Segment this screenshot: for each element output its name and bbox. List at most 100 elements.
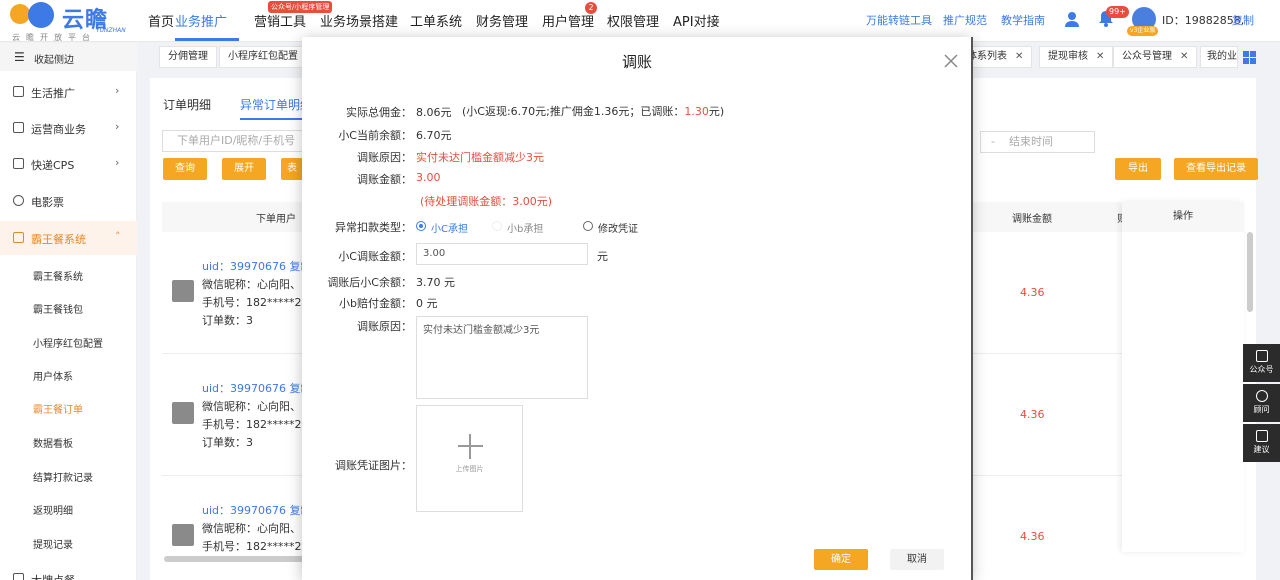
confirm-button[interactable]: 确定 <box>814 549 868 570</box>
radio-dot <box>583 221 593 231</box>
radio-label: 小b承担 <box>507 224 544 235</box>
link-universal-converter[interactable]: 万能转链工具 <box>866 12 932 28</box>
nav-api[interactable]: API对接 <box>673 11 720 30</box>
logo-dot-orange <box>10 4 30 24</box>
nav-home[interactable]: 首页 <box>148 11 174 30</box>
link-tutorial[interactable]: 教学指南 <box>1001 12 1045 28</box>
nav-marketing-tools[interactable]: 营销工具 <box>254 11 306 30</box>
nav-user-management[interactable]: 用户管理 <box>542 11 594 30</box>
commission-detail-c: 元) <box>708 105 725 118</box>
radio-label: 修改凭证 <box>598 224 638 235</box>
label-current-balance: 小C当前余额： <box>338 129 412 142</box>
query-button[interactable]: 查询 <box>163 158 207 180</box>
nav-permissions[interactable]: 权限管理 <box>607 11 659 30</box>
sidebar-sub-redpacket[interactable]: 小程序红包配置 <box>33 335 103 350</box>
sidebar-item-label: 运营商业务 <box>31 123 86 136</box>
truck-icon <box>13 158 24 169</box>
export-button[interactable]: 导出 <box>1115 158 1161 180</box>
header-amount: 调账金额 <box>1012 214 1052 225</box>
sidebar-sub-cashback[interactable]: 返现明细 <box>33 502 73 517</box>
sidebar-collapse-label: 收起侧边 <box>34 55 74 66</box>
row-uid[interactable]: uid：39970676 复制 <box>202 380 312 396</box>
upload-image[interactable]: 上传图片 <box>416 405 523 512</box>
sidebar-sub-dashboard[interactable]: 数据看板 <box>33 435 73 450</box>
tab-my-business[interactable]: 我的业 <box>1200 46 1238 68</box>
search-input[interactable]: 下单用户ID/昵称/手机号 <box>162 130 312 152</box>
close-icon[interactable]: ✕ <box>1096 51 1104 62</box>
headset-icon <box>1255 390 1268 402</box>
tab-redpacket[interactable]: 小程序红包配置 <box>219 46 307 68</box>
unit-yuan: 元 <box>597 250 608 263</box>
food-icon <box>13 232 24 243</box>
row-uid[interactable]: uid：39970676 复制 <box>202 258 312 274</box>
tab-commission[interactable]: 分佣管理 <box>159 46 217 68</box>
tab-label: 我的业 <box>1207 51 1237 62</box>
close-icon[interactable]: ✕ <box>1015 51 1023 62</box>
sidebar-sub-bawang-system[interactable]: 霸王餐系统 <box>33 268 83 283</box>
grid-icon[interactable] <box>1243 51 1256 64</box>
end-time-input[interactable]: - 结束时间 <box>980 131 1095 153</box>
sidebar-sub-wallet[interactable]: 霸王餐钱包 <box>33 301 83 316</box>
sidebar-item-express[interactable]: 快递CPS › <box>0 152 137 176</box>
label-adjust-amount: 调账金额： <box>357 173 412 186</box>
value-current-balance: 6.70元 <box>416 129 452 142</box>
account-level-tag: v3企业版 <box>1127 26 1159 36</box>
label-reason: 调账原因： <box>357 151 412 164</box>
sidebar-sub-withdraw[interactable]: 提现记录 <box>33 536 73 551</box>
export-log-button[interactable]: 查看导出记录 <box>1174 158 1258 180</box>
order-image <box>172 524 194 546</box>
nav-scene-build[interactable]: 业务场景搭建 <box>320 11 398 30</box>
sidebar-sub-orders[interactable]: 霸王餐订单 <box>33 401 83 416</box>
reason-textarea[interactable]: 实付未达门槛金额减少3元 <box>416 316 588 399</box>
nav-finance[interactable]: 财务管理 <box>476 11 528 30</box>
table-button[interactable]: 表 <box>281 158 303 180</box>
top-nav: 云瞻 YUNZHAN 云瞻开放平台 首页 业务推广 营销工具 公众号/小程序管理… <box>0 0 1280 42</box>
brand-subname: YUNZHAN <box>96 27 126 34</box>
link-promotion-rules[interactable]: 推广规范 <box>943 12 987 28</box>
float-suggestion[interactable]: 建议 <box>1243 424 1280 462</box>
sidebar-sub-settlement[interactable]: 结算打款记录 <box>33 469 93 484</box>
c-adjust-amount-input[interactable]: 3.00 <box>416 243 588 265</box>
sidebar-item-bawang[interactable]: 霸王餐系统 ˄ <box>0 221 137 255</box>
radio-dot <box>416 221 426 231</box>
end-time-placeholder: 结束时间 <box>1009 135 1053 148</box>
nav-badge: 2 <box>585 2 597 14</box>
adjust-modal: 调账 实际总佣金： 8.06元 (小C返现:6.70元;推广佣金1.36元；已调… <box>302 37 972 580</box>
subtab-order-details[interactable]: 订单明细 <box>163 96 211 113</box>
vertical-scrollbar[interactable] <box>1247 232 1253 312</box>
horizontal-scrollbar[interactable] <box>164 556 304 562</box>
edit-icon <box>1255 430 1268 442</box>
expand-button[interactable]: 展开 <box>222 158 266 180</box>
nav-business-promotion[interactable]: 业务推广 <box>175 11 227 30</box>
chevron-right-icon: › <box>115 156 120 169</box>
adjusted-amount: 1.30 <box>684 105 709 118</box>
sidebar-item-label: 大牌点餐 <box>31 572 75 580</box>
life-icon <box>13 86 24 97</box>
logo: 云瞻 YUNZHAN 云瞻开放平台 <box>6 2 136 42</box>
tab-withdraw-review[interactable]: 提现审核 ✕ <box>1039 46 1114 68</box>
sidebar-collapse[interactable]: ☰ 收起侧边 <box>0 43 137 71</box>
chevron-right-icon: › <box>115 84 120 97</box>
sidebar-item-brand-meal[interactable]: 大牌点餐 <box>0 567 137 580</box>
cancel-button[interactable]: 取消 <box>890 549 944 570</box>
close-icon[interactable] <box>944 54 958 68</box>
copy-id-link[interactable]: 复制 <box>1232 12 1254 28</box>
sidebar-item-operator[interactable]: 运营商业务 › <box>0 116 137 140</box>
plus-icon-v <box>469 434 471 459</box>
customer-service-icon[interactable] <box>1064 11 1080 27</box>
float-official-account[interactable]: 公众号 <box>1243 344 1280 382</box>
subtab-underline <box>240 118 304 120</box>
tab-official-account[interactable]: 公众号管理 ✕ <box>1113 46 1198 68</box>
brand-slogan: 云瞻开放平台 <box>12 33 96 42</box>
sidebar-item-movie[interactable]: 电影票 <box>0 189 137 213</box>
sidebar-item-life-promotion[interactable]: 生活推广 › <box>0 80 137 104</box>
close-icon[interactable]: ✕ <box>1180 51 1188 62</box>
operations-column: 操作 <box>1122 202 1244 552</box>
sidebar-item-label: 快递CPS <box>31 159 75 172</box>
row-uid[interactable]: uid：39970676 复制 <box>202 502 312 518</box>
order-image <box>172 402 194 424</box>
pending-amount: (待处理调账金额：3.00元) <box>420 195 553 208</box>
sidebar-sub-user-system[interactable]: 用户体系 <box>33 368 73 383</box>
float-advisor[interactable]: 顾问 <box>1243 384 1280 422</box>
nav-ticket-system[interactable]: 工单系统 <box>410 11 462 30</box>
